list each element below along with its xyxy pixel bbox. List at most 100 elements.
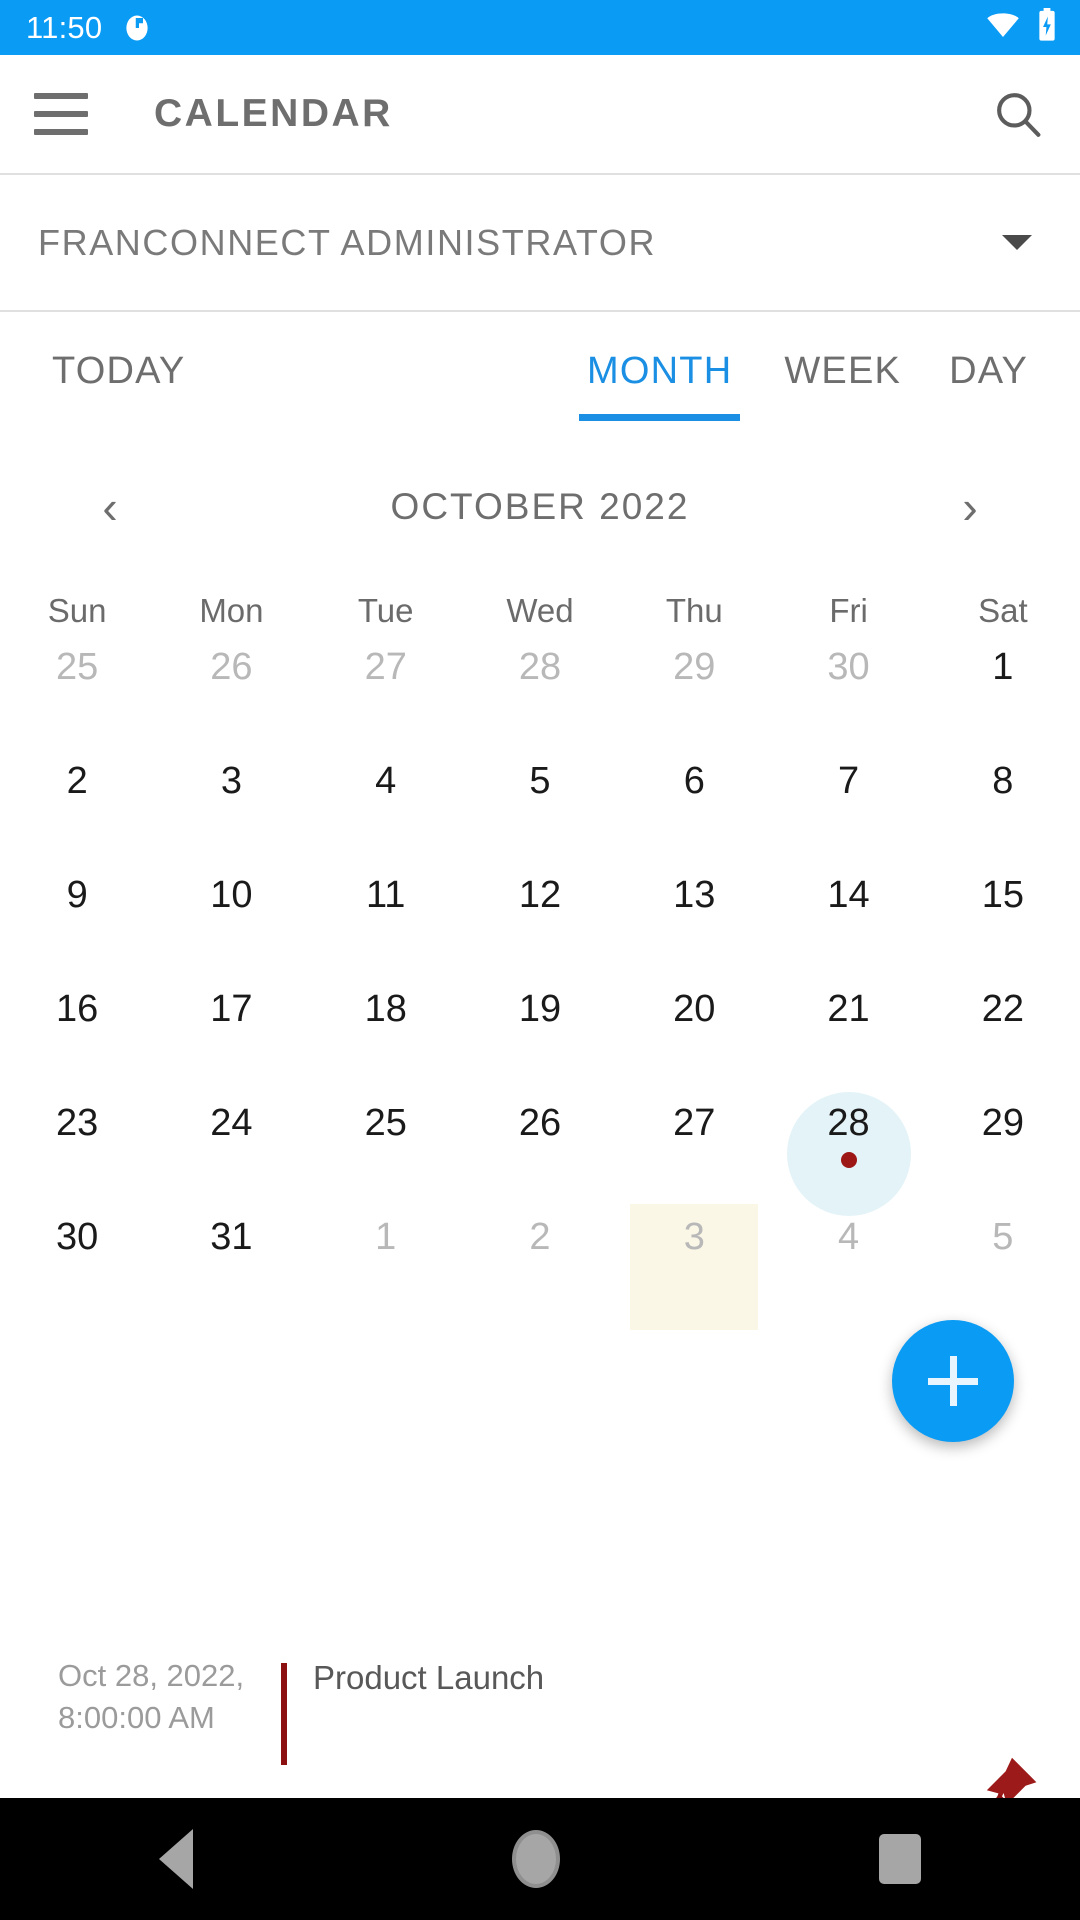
calendar-day-cell[interactable]: 13 xyxy=(617,858,771,972)
month-calendar-grid: Sun Mon Tue Wed Thu Fri Sat 25 26 27 28 29 30 1 2 3 4 5 6… xyxy=(0,580,1080,1314)
calendar-week-row: 9 10 11 12 13 14 15 xyxy=(0,858,1080,972)
calendar-day-cell[interactable]: 29 xyxy=(617,630,771,744)
calendar-day-cell[interactable]: 26 xyxy=(154,630,308,744)
calendar-weeks: 25 26 27 28 29 30 1 2 3 4 5 6 7 8 9 10 11 12 13 14 15 16 17 18 1… xyxy=(0,630,1080,1314)
calendar-day-cell[interactable]: 2 xyxy=(463,1200,617,1314)
calendar-day-cell[interactable]: 17 xyxy=(154,972,308,1086)
calendar-day-number: 12 xyxy=(518,874,562,916)
calendar-day-number: 29 xyxy=(673,646,716,688)
calendar-day-cell[interactable]: 23 xyxy=(0,1086,154,1200)
calendar-day-number: 26 xyxy=(210,646,253,688)
calendar-day-number: 4 xyxy=(837,1216,860,1258)
calendar-week-row: 16 17 18 19 20 21 22 xyxy=(0,972,1080,1086)
chevron-right-icon[interactable]: › xyxy=(950,484,990,530)
calendar-day-number: 5 xyxy=(992,1216,1014,1258)
calendar-day-cell[interactable]: 5 xyxy=(463,744,617,858)
calendar-day-cell[interactable]: 1 xyxy=(309,1200,463,1314)
calendar-day-number: 5 xyxy=(529,760,551,802)
calendar-day-number: 17 xyxy=(210,988,253,1030)
calendar-day-number: 30 xyxy=(56,1216,99,1258)
calendar-day-cell[interactable]: 18 xyxy=(309,972,463,1086)
calendar-day-number: 30 xyxy=(827,646,870,688)
calendar-day-cell[interactable]: 15 xyxy=(926,858,1080,972)
calendar-day-cell[interactable]: 30 xyxy=(771,630,925,744)
calendar-day-cell[interactable]: 28 xyxy=(463,630,617,744)
weekday-label: Thu xyxy=(665,592,723,629)
calendar-day-number: 27 xyxy=(673,1102,716,1144)
calendar-day-cell[interactable]: 10 xyxy=(154,858,308,972)
calendar-day-cell[interactable]: 1 xyxy=(926,630,1080,744)
back-triangle-icon[interactable] xyxy=(159,1829,194,1889)
calendar-day-number: 24 xyxy=(210,1102,253,1144)
calendar-day-cell[interactable]: 8 xyxy=(926,744,1080,858)
event-indicator-dot xyxy=(840,1152,857,1168)
calendar-day-number: 25 xyxy=(56,646,99,688)
calendar-app-screen: 11:50 CALENDAR FRANCONNECT ADMINISTRATOR… xyxy=(0,0,1080,1920)
recents-square-icon[interactable] xyxy=(878,1834,921,1884)
event-color-bar xyxy=(281,1663,287,1765)
calendar-day-number: 26 xyxy=(518,1102,562,1144)
calendar-day-cell[interactable]: 2 xyxy=(0,744,154,858)
tab-today[interactable]: TODAY xyxy=(52,312,185,393)
event-list-item[interactable]: Oct 28, 2022, 8:00:00 AM Product Launch xyxy=(0,1655,1080,1765)
search-icon[interactable] xyxy=(990,86,1046,142)
android-navigation-bar xyxy=(0,1798,1080,1920)
calendar-day-number: 7 xyxy=(837,760,860,802)
calendar-day-cell[interactable]: 27 xyxy=(309,630,463,744)
calendar-day-cell[interactable]: 30 xyxy=(0,1200,154,1314)
calendar-day-cell[interactable]: 6 xyxy=(617,744,771,858)
calendar-day-cell[interactable]: 12 xyxy=(463,858,617,972)
calendar-day-cell[interactable]: 25 xyxy=(309,1086,463,1200)
weekday-label: Tue xyxy=(357,592,414,629)
calendar-day-cell[interactable]: 25 xyxy=(0,630,154,744)
tab-week[interactable]: WEEK xyxy=(784,312,901,393)
hamburger-menu-icon[interactable] xyxy=(34,93,88,135)
calendar-day-number: 11 xyxy=(365,874,406,916)
weekday-label: Fri xyxy=(829,592,868,629)
battery-charging-icon xyxy=(1036,8,1058,47)
weekday-label: Mon xyxy=(199,592,264,629)
calendar-day-cell[interactable]: 21 xyxy=(771,972,925,1086)
home-circle-icon[interactable] xyxy=(511,1830,560,1888)
weekday-label: Sun xyxy=(47,592,107,629)
chevron-left-icon[interactable]: ‹ xyxy=(90,484,130,530)
tab-day[interactable]: DAY xyxy=(949,312,1028,393)
calendar-day-cell[interactable]: 27 xyxy=(617,1086,771,1200)
calendar-day-cell[interactable]: 22 xyxy=(926,972,1080,1086)
calendar-day-number: 13 xyxy=(673,874,716,916)
calendar-day-number: 2 xyxy=(66,760,88,802)
calendar-day-cell[interactable]: 3 xyxy=(154,744,308,858)
calendar-day-cell[interactable]: 7 xyxy=(771,744,925,858)
calendar-day-cell[interactable]: 5 xyxy=(926,1200,1080,1314)
calendar-day-cell[interactable]: 4 xyxy=(309,744,463,858)
calendar-day-cell[interactable]: 19 xyxy=(463,972,617,1086)
calendar-day-cell[interactable]: 29 xyxy=(926,1086,1080,1200)
calendar-day-number: 18 xyxy=(364,988,407,1030)
calendar-day-cell[interactable]: 11 xyxy=(309,858,463,972)
status-bar-clock: 11:50 xyxy=(26,9,103,45)
calendar-day-cell[interactable]: 3 xyxy=(617,1200,771,1314)
weekday-header-row: Sun Mon Tue Wed Thu Fri Sat xyxy=(0,580,1080,630)
calendar-day-cell[interactable]: 24 xyxy=(154,1086,308,1200)
wifi-icon xyxy=(984,10,1022,45)
weekday-label: Wed xyxy=(506,592,574,629)
tab-month[interactable]: MONTH xyxy=(579,312,741,421)
calendar-day-cell[interactable]: 20 xyxy=(617,972,771,1086)
calendar-day-number: 29 xyxy=(981,1102,1024,1144)
calendar-day-cell[interactable]: 26 xyxy=(463,1086,617,1200)
event-list: Oct 28, 2022, 8:00:00 AM Product Launch xyxy=(0,1655,1080,1765)
status-bar-icons xyxy=(984,8,1058,47)
calendar-day-cell[interactable]: 9 xyxy=(0,858,154,972)
chevron-down-icon[interactable] xyxy=(1002,235,1032,250)
calendar-day-cell[interactable]: 16 xyxy=(0,972,154,1086)
calendar-day-cell[interactable]: 31 xyxy=(154,1200,308,1314)
calendar-day-number: 28 xyxy=(827,1102,870,1144)
calendar-day-cell[interactable]: 14 xyxy=(771,858,925,972)
add-event-fab[interactable] xyxy=(892,1320,1014,1442)
account-selector[interactable]: FRANCONNECT ADMINISTRATOR xyxy=(0,175,1080,310)
calendar-day-cell[interactable]: 28 xyxy=(771,1086,925,1200)
calendar-day-number: 1 xyxy=(375,1216,397,1258)
calendar-day-cell[interactable]: 4 xyxy=(771,1200,925,1314)
calendar-day-number: 2 xyxy=(529,1216,551,1258)
plus-icon-vertical xyxy=(949,1356,957,1406)
